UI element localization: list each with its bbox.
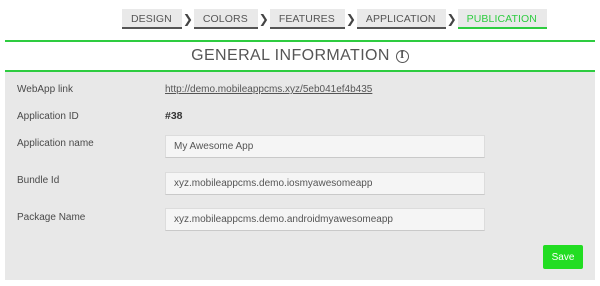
chevron-right-icon: ❯	[182, 12, 193, 26]
panel-header: GENERAL INFORMATION i	[5, 42, 595, 70]
application-name-field[interactable]	[165, 135, 485, 158]
application-id-label: Application ID	[17, 111, 79, 122]
webapp-link[interactable]: http://demo.mobileappcms.xyz/5eb041ef4b4…	[165, 84, 372, 95]
general-information-panel: GENERAL INFORMATION i WebApp link http:/…	[5, 40, 595, 280]
step-features-label[interactable]: FEATURES	[269, 9, 345, 29]
info-icon[interactable]: i	[395, 49, 409, 63]
webapp-link-label: WebApp link	[17, 84, 73, 95]
step-publication-label[interactable]: PUBLICATION	[457, 9, 547, 29]
step-application[interactable]: APPLICATION ❯	[356, 8, 458, 30]
wizard-steps: DESIGN ❯ COLORS ❯ FEATURES ❯ APPLICATION…	[122, 8, 547, 30]
step-colors[interactable]: COLORS ❯	[193, 8, 270, 30]
step-colors-label[interactable]: COLORS	[193, 9, 258, 29]
application-name-label: Application name	[17, 138, 94, 149]
package-name-label: Package Name	[17, 212, 86, 223]
step-design-label[interactable]: DESIGN	[122, 9, 182, 29]
application-id-value: #38	[165, 110, 183, 122]
step-publication[interactable]: PUBLICATION	[457, 8, 547, 30]
header-divider	[5, 70, 595, 72]
chevron-right-icon: ❯	[345, 12, 356, 26]
panel-title-wrap: GENERAL INFORMATION i	[191, 42, 409, 70]
panel-title: GENERAL INFORMATION	[191, 47, 390, 64]
bundle-id-label: Bundle Id	[17, 175, 60, 186]
step-design[interactable]: DESIGN ❯	[122, 8, 194, 30]
bundle-id-field[interactable]	[165, 172, 485, 195]
chevron-right-icon: ❯	[446, 12, 457, 26]
save-button[interactable]: Save	[543, 245, 583, 269]
step-features[interactable]: FEATURES ❯	[269, 8, 357, 30]
step-application-label[interactable]: APPLICATION	[356, 9, 446, 29]
package-name-field[interactable]	[165, 208, 485, 231]
chevron-right-icon: ❯	[258, 12, 269, 26]
